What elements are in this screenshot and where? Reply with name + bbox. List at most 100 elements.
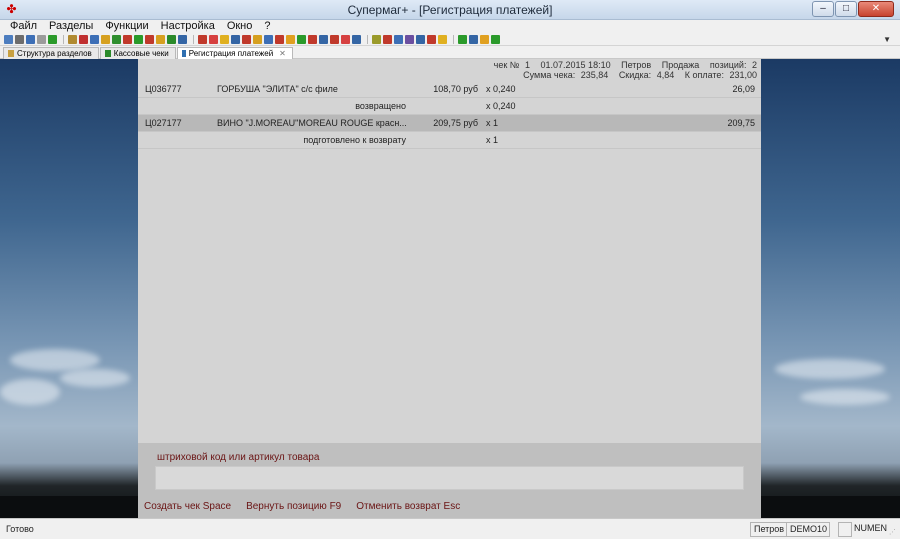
toolbar-button-icon[interactable] [220, 34, 229, 44]
tab-payment-registration[interactable]: Регистрация платежей ✕ [176, 47, 293, 59]
item-row-selected[interactable]: Ц027177 ВИНО "J.MOREAU"MOREAU ROUGE крас… [138, 115, 761, 132]
check-number: 1 [524, 60, 530, 70]
toolbar-button-icon[interactable] [480, 34, 489, 44]
toolbar-button-icon[interactable] [167, 34, 176, 44]
toolbar-button-icon[interactable] [352, 34, 361, 44]
tab-cash-receipts[interactable]: Кассовые чеки [99, 47, 176, 59]
close-button[interactable]: ✕ [858, 1, 894, 17]
toolbar-button-icon[interactable] [123, 34, 132, 44]
toolbar-button-icon[interactable] [319, 34, 328, 44]
tab-label: Структура разделов [17, 49, 92, 58]
toolbar-button-icon[interactable] [491, 34, 500, 44]
sum-label: Сумма чека: [523, 70, 576, 80]
toolbar-button-icon[interactable] [68, 34, 77, 44]
menu-settings[interactable]: Настройка [161, 20, 215, 33]
cloud [60, 369, 130, 387]
item-status-qty: x 1 [486, 135, 499, 145]
toolbar-button-icon[interactable] [427, 34, 436, 44]
status-numlock: NUMEN [854, 523, 887, 533]
toolbar-button-icon[interactable] [79, 34, 88, 44]
menu-sections[interactable]: Разделы [49, 20, 93, 33]
toolbar-button-icon[interactable] [15, 34, 24, 44]
toolbar-button-icon[interactable] [341, 34, 350, 44]
resize-grip-icon[interactable]: ⋰ [889, 528, 898, 537]
item-status: возвращено [355, 101, 406, 111]
item-row[interactable]: Ц036777 ГОРБУША "ЭЛИТА" с/с филе 108,70 … [138, 81, 761, 98]
toolbar-separator [63, 34, 64, 44]
toolbar-button-icon[interactable] [242, 34, 251, 44]
toolbar-button-icon[interactable] [253, 34, 262, 44]
item-price: 209,75 руб [433, 118, 478, 128]
item-sum: 26,09 [732, 84, 755, 94]
status-database: DEMO10 [786, 522, 830, 537]
toolbar-button-icon[interactable] [383, 34, 392, 44]
toolbar-button-icon[interactable] [416, 34, 425, 44]
toolbar-buttons [4, 34, 502, 44]
menu-bar: Файл Разделы Функции Настройка Окно ? [0, 20, 900, 33]
toolbar-button-icon[interactable] [90, 34, 99, 44]
toolbar-button-icon[interactable] [458, 34, 467, 44]
menu-file[interactable]: Файл [10, 20, 37, 33]
status-empty-cell [838, 522, 852, 537]
toolbar-button-icon[interactable] [156, 34, 165, 44]
toolbar-overflow-icon[interactable]: ▼ [883, 35, 891, 44]
barcode-entry-area: штриховой код или артикул товара Создать… [138, 443, 761, 518]
check-label: чек № [493, 60, 520, 70]
toolbar-button-icon[interactable] [4, 34, 13, 44]
toolbar-button-icon[interactable] [209, 34, 218, 44]
cashier-name: Петров [621, 60, 652, 70]
toolbar-button-icon[interactable] [112, 34, 121, 44]
tab-label: Регистрация платежей [188, 49, 274, 58]
barcode-input[interactable] [155, 466, 744, 490]
cancel-return-action[interactable]: Отменить возврат Esc [356, 501, 460, 512]
toolbar-button-icon[interactable] [330, 34, 339, 44]
receipt-header: чек № 1 01.07.2015 18:10 Петров Продажа … [486, 60, 757, 70]
item-status-qty: x 0,240 [486, 101, 516, 111]
toolbar-button-icon[interactable] [26, 34, 35, 44]
toolbar-button-icon[interactable] [37, 34, 46, 44]
cloud [800, 389, 890, 405]
positions-label: позиций: [709, 60, 747, 70]
tab-close-icon[interactable]: ✕ [279, 48, 286, 59]
minimize-button[interactable]: – [812, 1, 834, 17]
window-title: Супермаг+ - [Регистрация платежей] [347, 3, 553, 17]
payment-icon [181, 50, 186, 57]
tab-bar: Структура разделов Кассовые чеки Регистр… [0, 46, 900, 59]
toolbar-button-icon[interactable] [405, 34, 414, 44]
toolbar-button-icon[interactable] [134, 34, 143, 44]
discount-label: Скидка: [618, 70, 652, 80]
to-pay-value: 231,00 [729, 70, 757, 80]
toolbar-button-icon[interactable] [101, 34, 110, 44]
create-check-action[interactable]: Создать чек Space [144, 501, 231, 512]
toolbar-separator [367, 34, 368, 44]
tab-structure[interactable]: Структура разделов [3, 47, 99, 59]
toolbar-button-icon[interactable] [372, 34, 381, 44]
status-text: Готово [6, 524, 34, 534]
toolbar-button-icon[interactable] [178, 34, 187, 44]
check-datetime: 01.07.2015 18:10 [540, 60, 611, 70]
maximize-button[interactable]: □ [835, 1, 857, 17]
status-bar: Готово Петров DEMO10 NUMEN ⋰ [0, 518, 900, 539]
operation-type: Продажа [661, 60, 700, 70]
toolbar-button-icon[interactable] [231, 34, 240, 44]
toolbar-button-icon[interactable] [275, 34, 284, 44]
menu-window[interactable]: Окно [227, 20, 253, 33]
toolbar-button-icon[interactable] [297, 34, 306, 44]
toolbar: ▼ [0, 33, 900, 46]
toolbar-button-icon[interactable] [198, 34, 207, 44]
toolbar-button-icon[interactable] [48, 34, 57, 44]
toolbar-button-icon[interactable] [308, 34, 317, 44]
payment-panel: чек № 1 01.07.2015 18:10 Петров Продажа … [138, 59, 761, 518]
return-position-action[interactable]: Вернуть позицию F9 [246, 501, 341, 512]
menu-help[interactable]: ? [264, 20, 270, 33]
item-code: Ц027177 [145, 118, 182, 128]
toolbar-button-icon[interactable] [469, 34, 478, 44]
toolbar-button-icon[interactable] [394, 34, 403, 44]
receipt-totals: Сумма чека: 235,84 Скидка: 4,84 К оплате… [515, 70, 757, 80]
toolbar-button-icon[interactable] [438, 34, 447, 44]
title-bar: ✤ Супермаг+ - [Регистрация платежей] – □… [0, 0, 900, 20]
toolbar-button-icon[interactable] [145, 34, 154, 44]
menu-functions[interactable]: Функции [105, 20, 148, 33]
toolbar-button-icon[interactable] [286, 34, 295, 44]
toolbar-button-icon[interactable] [264, 34, 273, 44]
